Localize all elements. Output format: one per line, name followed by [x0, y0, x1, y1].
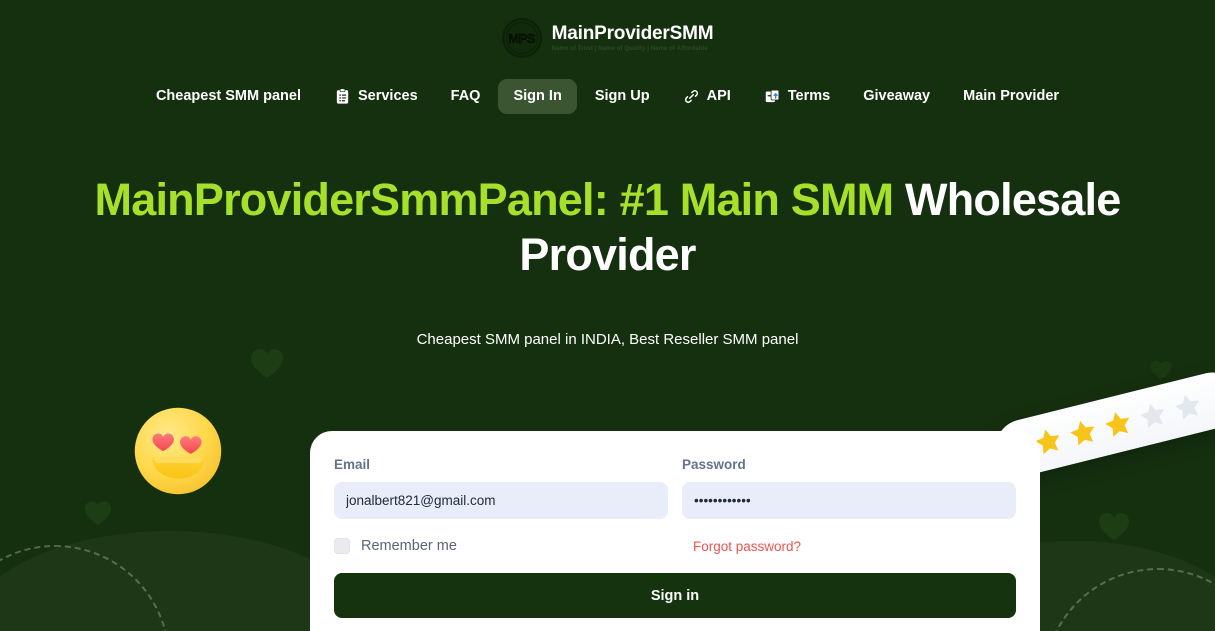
nav-item-label: API — [706, 88, 731, 105]
remember-me-label: Remember me — [361, 538, 457, 554]
email-field-group: Email — [334, 457, 668, 519]
brand-tagline: Name of Trust | Name of Quality | Name o… — [551, 46, 708, 52]
nav-item-sign-in[interactable]: Sign In — [498, 79, 577, 114]
main-navigation: Cheapest SMM panel Services FAQ Sign In … — [0, 78, 1215, 115]
nav-item-cheapest-smm-panel[interactable]: Cheapest SMM panel — [141, 79, 316, 114]
decorative-heart-icon — [1150, 360, 1172, 380]
nav-item-faq[interactable]: FAQ — [436, 79, 496, 114]
checkbox-box-icon[interactable] — [334, 538, 350, 554]
star-icon-filled — [1100, 406, 1136, 442]
smiling-face-with-hearts-icon — [132, 405, 224, 497]
password-label: Password — [682, 457, 746, 472]
brand-name: MainProviderSMM — [551, 23, 714, 44]
nav-item-giveaway[interactable]: Giveaway — [848, 79, 945, 114]
password-field-group: Password — [682, 457, 1016, 519]
decorative-dashed-arc — [0, 545, 170, 631]
nav-item-terms[interactable]: Terms — [749, 78, 845, 115]
nav-item-label: Terms — [787, 88, 831, 105]
nav-item-label: Services — [357, 88, 418, 105]
decorative-heart-icon — [84, 500, 112, 526]
nav-item-main-provider[interactable]: Main Provider — [948, 79, 1074, 114]
page-title-accent: MainProviderSmmPanel: #1 Main SMM — [94, 174, 895, 225]
star-icon-filled — [1065, 415, 1101, 451]
hero-subtitle: Cheapest SMM panel in INDIA, Best Resell… — [416, 330, 799, 348]
forgot-password-link[interactable]: Forgot password? — [693, 539, 801, 554]
nav-item-api[interactable]: API — [668, 78, 746, 115]
nav-item-label: Giveaway — [863, 88, 931, 105]
nav-item-label: Cheapest SMM panel — [155, 88, 301, 105]
page-title: MainProviderSmmPanel: #1 Main SMM Wholes… — [78, 173, 1138, 283]
document-upload-icon — [764, 88, 781, 105]
nav-item-services[interactable]: Services — [319, 78, 433, 115]
star-icon-empty — [1170, 388, 1206, 424]
remember-me-checkbox[interactable]: Remember me — [334, 538, 679, 554]
password-input[interactable] — [682, 482, 1016, 519]
logo-mark-text: MPS — [508, 30, 536, 46]
star-icon-empty — [1135, 397, 1171, 433]
nav-item-label: Sign Up — [594, 88, 650, 105]
link-chain-icon — [683, 88, 700, 105]
email-input[interactable] — [334, 482, 668, 519]
decorative-heart-icon — [1098, 512, 1130, 541]
clipboard-list-icon — [334, 88, 351, 105]
email-label: Email — [334, 457, 371, 472]
brand-logo[interactable]: MPS MainProviderSMM Name of Trust | Name… — [501, 18, 714, 58]
logo-mark-icon: MPS — [501, 18, 542, 58]
login-form-card: Email Password Remember me Forgot passwo… — [310, 431, 1040, 631]
nav-item-label: FAQ — [450, 88, 481, 105]
nav-item-sign-up[interactable]: Sign Up — [580, 79, 665, 114]
sign-in-submit-button[interactable]: Sign in — [334, 573, 1016, 618]
hero-section: MainProviderSmmPanel: #1 Main SMM Wholes… — [0, 173, 1215, 348]
site-header: MPS MainProviderSMM Name of Trust | Name… — [0, 0, 1215, 58]
decorative-dashed-arc — [1043, 568, 1215, 631]
decorative-heart-icon — [250, 348, 284, 379]
nav-item-label: Main Provider — [963, 88, 1060, 105]
nav-item-label: Sign In — [513, 88, 562, 105]
